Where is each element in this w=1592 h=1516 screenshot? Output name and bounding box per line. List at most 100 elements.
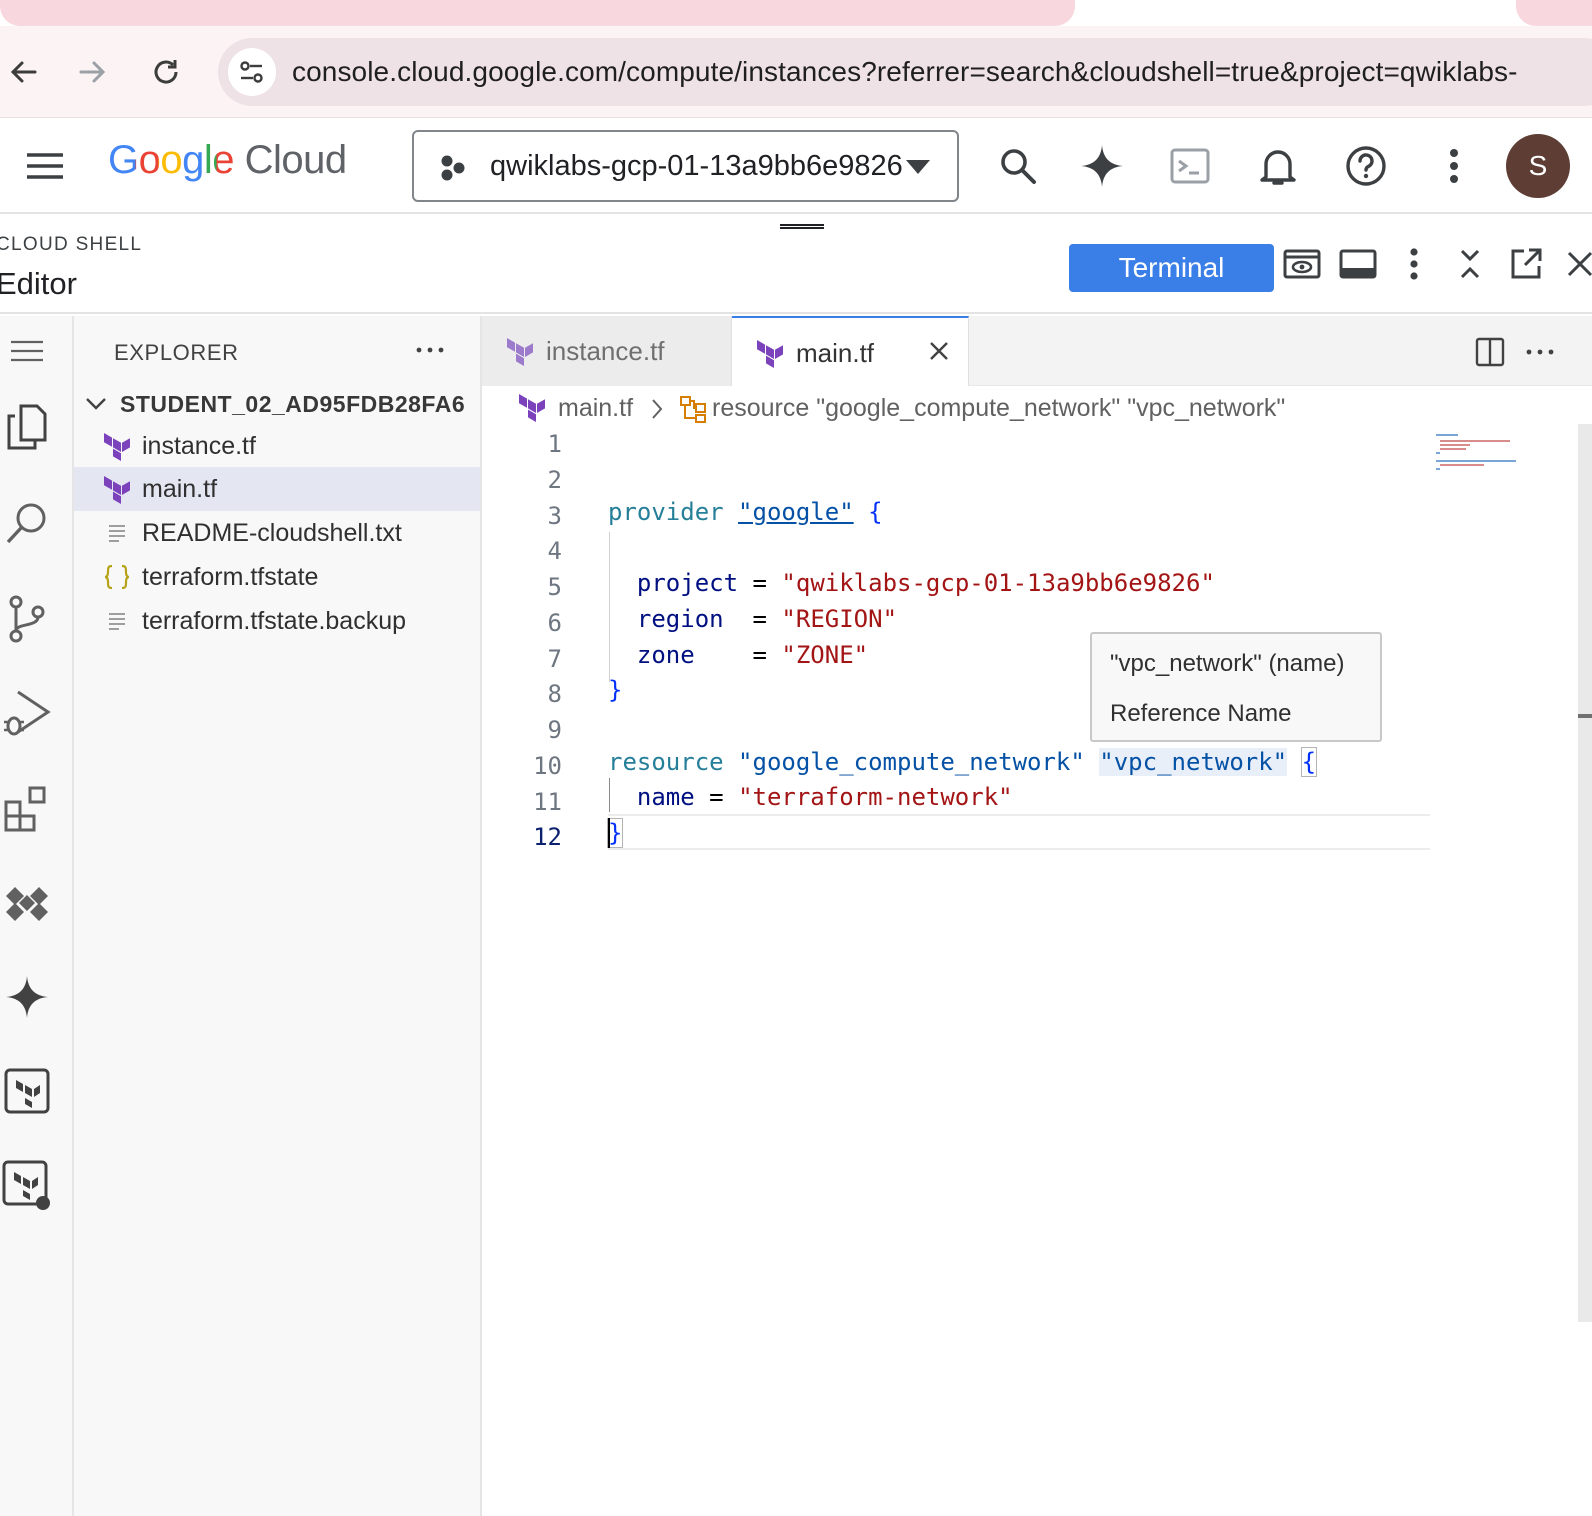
file-item[interactable]: README-cloudshell.txt	[74, 511, 480, 555]
logo-google: Google	[108, 138, 234, 182]
main-menu-icon[interactable]	[22, 146, 68, 186]
source-control-icon[interactable]	[0, 592, 54, 646]
notifications-bell-icon[interactable]	[1252, 140, 1304, 192]
browser-tab-strip	[0, 0, 1592, 26]
tab-main-tf[interactable]: main.tf	[732, 316, 969, 387]
layout-panel-icon[interactable]	[1334, 240, 1382, 288]
browser-tab-next[interactable]	[1516, 0, 1592, 26]
code-line-7: zone = "ZONE"	[608, 637, 868, 673]
web-preview-icon[interactable]	[1278, 240, 1326, 288]
cloud-shell-terminal-icon[interactable]	[1164, 140, 1216, 192]
browser-tab-active[interactable]	[0, 0, 1075, 26]
file-item-active[interactable]: main.tf	[74, 467, 480, 511]
breadcrumb-file[interactable]: main.tf	[558, 394, 633, 423]
line-number: 11	[533, 788, 562, 816]
symbol-structure-icon	[678, 394, 708, 424]
token-string: "terraform-network"	[738, 783, 1013, 811]
open-in-new-window-icon[interactable]	[1502, 240, 1550, 288]
editor-more-icon[interactable]	[1522, 334, 1558, 370]
close-icon[interactable]	[1556, 240, 1592, 288]
help-icon[interactable]	[1340, 140, 1392, 192]
forward-icon[interactable]	[72, 52, 112, 92]
line-number: 2	[547, 466, 562, 494]
text-cursor	[608, 818, 610, 848]
scrollbar-cursor-marker	[1578, 714, 1592, 718]
url-text[interactable]: console.cloud.google.com/compute/instanc…	[292, 56, 1518, 88]
resize-handle-icon[interactable]	[780, 224, 824, 229]
token-string: "google_compute_network"	[738, 748, 1085, 776]
token-string: "ZONE"	[781, 641, 869, 669]
file-item[interactable]: instance.tf	[74, 424, 480, 468]
code-line-8: }	[608, 672, 622, 708]
token-operator: =	[709, 783, 724, 811]
site-settings-icon[interactable]	[228, 48, 276, 96]
code-editor[interactable]: 1 2 3 4 5 6 7 8 9 10 11 12 provider "goo…	[482, 424, 1592, 1516]
explorer-more-icon[interactable]	[410, 332, 450, 368]
token-attribute: name	[636, 783, 695, 811]
hover-description: Reference Name	[1110, 700, 1292, 727]
gemini-sparkle-icon[interactable]	[0, 970, 54, 1024]
search-icon[interactable]	[992, 140, 1044, 192]
logo-cloud: Cloud	[244, 138, 348, 182]
hover-title: "vpc_network" (name)	[1110, 650, 1345, 677]
menu-icon[interactable]	[0, 324, 54, 378]
activity-bar	[0, 316, 74, 1516]
token-attribute: project	[636, 569, 739, 597]
explorer-panel: EXPLORER STUDENT_02_AD95FDB28FA6 instanc…	[74, 316, 482, 1516]
run-and-debug-icon[interactable]	[0, 686, 54, 740]
terraform-icon	[102, 431, 132, 461]
line-number: 5	[547, 573, 562, 601]
terraform-cloud-icon[interactable]	[0, 1158, 54, 1212]
project-picker[interactable]: qwiklabs-gcp-01-13a9bb6e9826	[412, 130, 959, 202]
gemini-sparkle-icon[interactable]	[1076, 140, 1128, 192]
token-attribute: region	[636, 605, 724, 633]
reload-icon[interactable]	[146, 52, 186, 92]
breadcrumb-symbol[interactable]: resource "google_compute_network" "vpc_n…	[712, 394, 1285, 423]
split-editor-icon[interactable]	[1472, 334, 1508, 370]
file-name: instance.tf	[142, 431, 256, 460]
current-line-highlight	[608, 814, 1430, 850]
line-number: 4	[547, 537, 562, 565]
google-cloud-logo[interactable]: Google Cloud	[108, 138, 347, 183]
file-name: terraform.tfstate.backup	[142, 606, 407, 635]
address-bar[interactable]: console.cloud.google.com/compute/instanc…	[218, 38, 1592, 106]
code-line-5: project = "qwiklabs-gcp-01-13a9bb6e9826"	[608, 565, 1215, 601]
explorer-title: EXPLORER	[114, 340, 239, 365]
terraform-icon	[518, 392, 546, 422]
token-attribute: zone	[636, 641, 695, 669]
file-item[interactable]: terraform.tfstate	[74, 555, 480, 599]
workspace-folder[interactable]: STUDENT_02_AD95FDB28FA6	[82, 384, 482, 424]
more-vertical-icon[interactable]	[1428, 140, 1480, 192]
explorer-files-icon[interactable]	[0, 400, 54, 454]
cloud-code-icon[interactable]	[0, 876, 54, 930]
token-operator: =	[752, 641, 767, 669]
close-tab-icon[interactable]	[928, 340, 950, 362]
token-string: "google"	[738, 498, 854, 526]
search-icon[interactable]	[0, 496, 54, 550]
minimap[interactable]	[1434, 432, 1544, 492]
token-string-hovered[interactable]: "vpc_network"	[1099, 748, 1288, 776]
line-number: 7	[547, 645, 562, 673]
token-brace: {	[868, 498, 883, 526]
browser-toolbar: console.cloud.google.com/compute/instanc…	[0, 26, 1592, 118]
token-operator: =	[752, 569, 767, 597]
extensions-icon[interactable]	[0, 782, 54, 836]
line-number: 1	[547, 430, 562, 458]
text-file-icon	[102, 606, 132, 636]
dropdown-arrow-icon	[904, 158, 932, 176]
project-name: qwiklabs-gcp-01-13a9bb6e9826	[490, 150, 903, 182]
vertical-scrollbar[interactable]	[1578, 424, 1592, 1322]
file-name: README-cloudshell.txt	[142, 518, 402, 547]
minimize-icon[interactable]	[1446, 240, 1494, 288]
terraform-panel-icon[interactable]	[0, 1064, 54, 1118]
tab-label: instance.tf	[546, 336, 665, 366]
chevron-down-icon	[82, 397, 110, 411]
more-options-icon[interactable]	[1390, 240, 1438, 288]
token-keyword: resource	[608, 748, 724, 776]
open-terminal-button[interactable]: Terminal	[1069, 244, 1274, 292]
tab-instance-tf[interactable]: instance.tf	[482, 316, 732, 386]
account-avatar[interactable]: S	[1506, 134, 1570, 198]
back-icon[interactable]	[4, 52, 44, 92]
line-number: 10	[533, 752, 562, 780]
file-item[interactable]: terraform.tfstate.backup	[74, 599, 480, 643]
